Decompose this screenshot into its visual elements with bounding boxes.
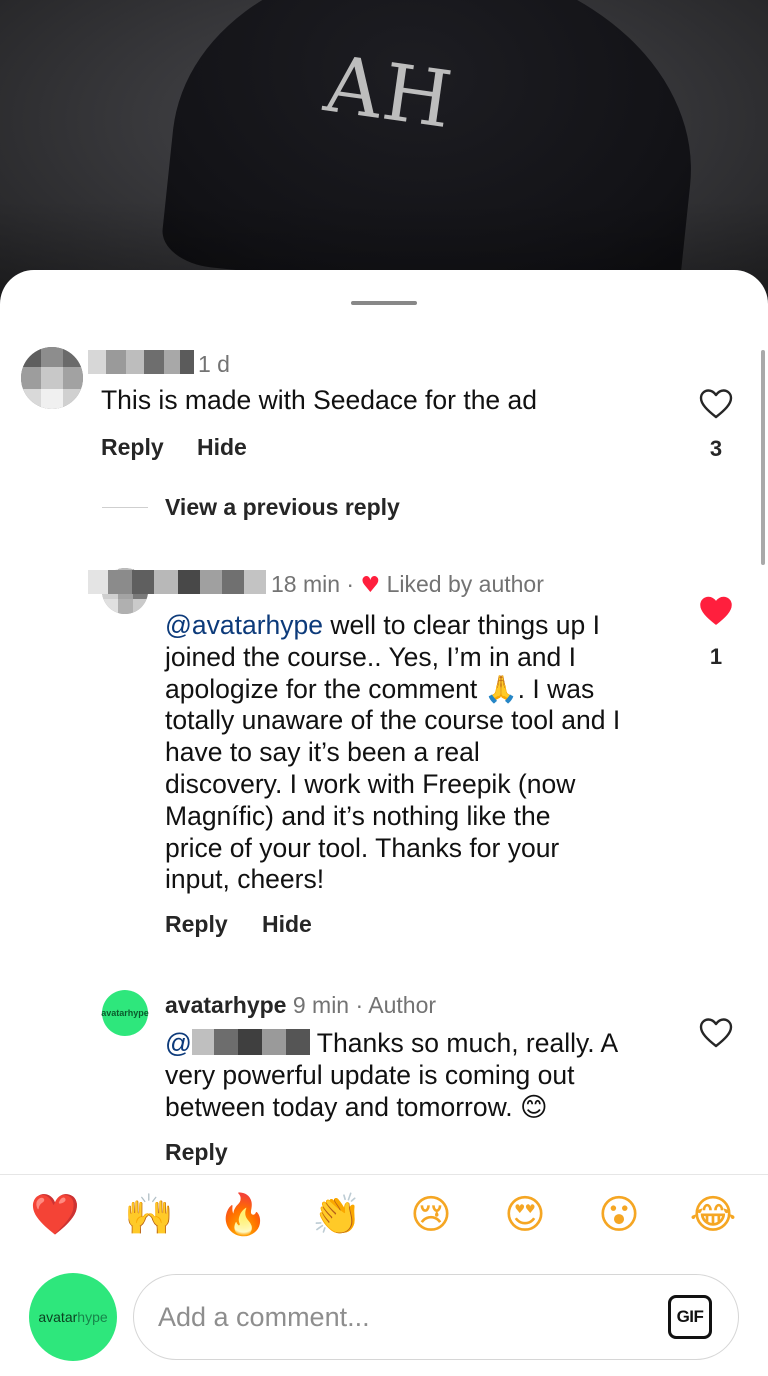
reply-button[interactable]: Reply	[165, 1139, 228, 1166]
comment-text: This is made with Seedace for the ad	[101, 385, 538, 415]
avatar[interactable]	[21, 347, 83, 409]
reply-button[interactable]: Reply	[165, 911, 228, 938]
liked-by-author-label: Liked by author	[386, 571, 544, 597]
tears-of-joy-emoji[interactable]: 😂	[688, 1190, 738, 1240]
view-previous-reply-button[interactable]: View a previous reply	[165, 494, 400, 521]
drag-handle[interactable]	[351, 301, 417, 305]
like-count: 1	[709, 644, 723, 669]
current-user-avatar[interactable]: avatarhype	[29, 1273, 117, 1361]
clapping-hands-emoji[interactable]: 👏	[312, 1190, 362, 1240]
reply-header: avatarhype 9 min · Author	[165, 992, 436, 1019]
hide-button[interactable]: Hide	[197, 434, 247, 461]
divider	[0, 1174, 768, 1175]
hide-button[interactable]: Hide	[262, 911, 312, 938]
comments-sheet: 1 d This is made with Seedace for the ad…	[0, 270, 768, 1376]
thread-line	[102, 507, 148, 508]
gif-button[interactable]: GIF	[668, 1295, 712, 1339]
avatar-logo: avatarhype	[101, 1008, 149, 1018]
like-count: 3	[709, 436, 723, 461]
fire-emoji[interactable]: 🔥	[218, 1190, 268, 1240]
avatar[interactable]: avatarhype	[101, 990, 149, 1036]
red-heart-emoji[interactable]: ❤️	[30, 1190, 80, 1240]
mention-link[interactable]: @	[165, 1028, 192, 1058]
comment-input[interactable]	[158, 1295, 618, 1339]
surprised-face-emoji[interactable]: 😮	[594, 1190, 644, 1240]
quick-reactions-bar: ❤️ 🙌 🔥 👏 😢 😍 😮 😂	[0, 1190, 768, 1250]
liked-heart-icon: ♥	[360, 573, 381, 598]
mention-redacted	[191, 1029, 310, 1055]
mention-link[interactable]: @avatarhype	[165, 610, 323, 640]
reply-time: 9 min · Author	[292, 992, 437, 1018]
reply-button[interactable]: Reply	[101, 434, 164, 461]
comment-composer[interactable]: GIF	[133, 1274, 739, 1360]
raising-hands-emoji[interactable]: 🙌	[124, 1190, 174, 1240]
cap-logo-text: AH	[319, 39, 459, 147]
username-redacted[interactable]	[88, 350, 194, 374]
username-redacted[interactable]	[88, 570, 266, 594]
heart-eyes-emoji[interactable]: 😍	[500, 1190, 550, 1240]
reply-text: @avatarhype well to clear things up I jo…	[165, 610, 621, 895]
scrollbar[interactable]	[761, 350, 765, 565]
crying-face-emoji[interactable]: 😢	[406, 1190, 456, 1240]
liked-heart-icon[interactable]	[699, 596, 733, 626]
comment-time: 1 d	[198, 351, 230, 377]
reply-text: @ Thanks so much, really. A very powerfu…	[165, 1028, 619, 1122]
username[interactable]: avatarhype	[165, 992, 286, 1018]
video-background: AH	[0, 0, 768, 300]
avatar-logo: avatarhype	[38, 1309, 108, 1325]
like-heart-icon[interactable]	[699, 1018, 733, 1048]
reply-time: 18 min · ♥ Liked by author	[271, 571, 544, 598]
like-heart-icon[interactable]	[699, 389, 733, 419]
